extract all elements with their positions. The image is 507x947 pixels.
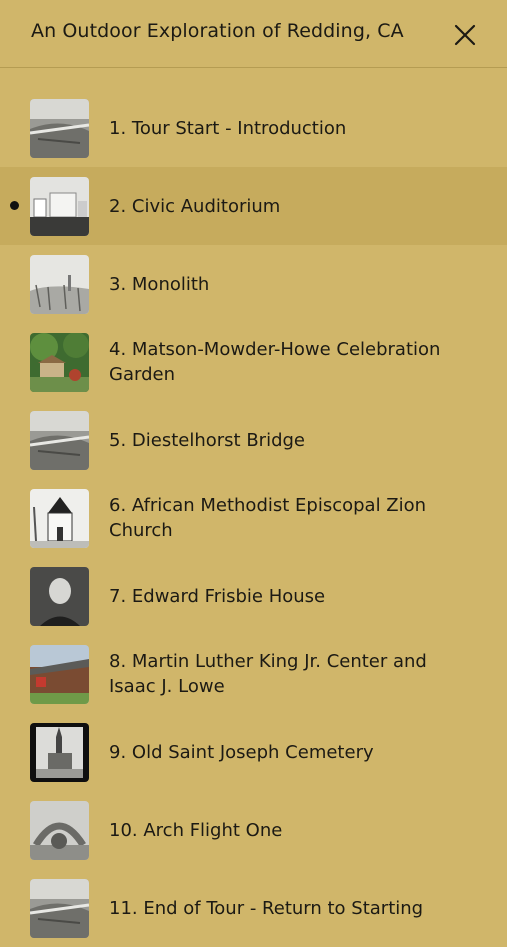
stop-label: 8. Martin Luther King Jr. Center and Isa… bbox=[109, 651, 427, 697]
stop-label: 6. African Methodist Episcopal Zion Chur… bbox=[109, 495, 427, 541]
page-title: An Outdoor Exploration of Redding, CA bbox=[31, 20, 404, 42]
stop-thumbnail bbox=[30, 645, 89, 704]
stop-thumbnail bbox=[30, 99, 89, 158]
tour-stop-item[interactable]: 4. Matson-Mowder-Howe Celebration Garden bbox=[0, 323, 507, 401]
tour-stop-item[interactable]: 5. Diestelhorst Bridge bbox=[0, 401, 507, 479]
stop-label: 9. Old Saint Joseph Cemetery bbox=[109, 741, 374, 763]
stop-label: 1. Tour Start - Introduction bbox=[109, 117, 347, 139]
tour-stop-item[interactable]: 11. End of Tour - Return to Starting bbox=[0, 869, 507, 947]
stop-thumbnail bbox=[30, 567, 89, 626]
stop-label: 3. Monolith bbox=[109, 273, 210, 295]
tour-stop-item[interactable]: 10. Arch Flight One bbox=[0, 791, 507, 869]
stop-label: 5. Diestelhorst Bridge bbox=[109, 429, 305, 451]
close-button[interactable] bbox=[451, 21, 479, 49]
close-icon bbox=[454, 24, 476, 46]
stop-thumbnail bbox=[30, 489, 89, 548]
stop-label: 7. Edward Frisbie House bbox=[109, 585, 326, 607]
tour-stop-item[interactable]: 2. Civic Auditorium bbox=[0, 167, 507, 245]
stop-thumbnail bbox=[30, 177, 89, 236]
stop-thumbnail bbox=[30, 801, 89, 860]
tour-stop-item[interactable]: 6. African Methodist Episcopal Zion Chur… bbox=[0, 479, 507, 557]
tour-stop-list: 1. Tour Start - Introduction 2. Civic Aud… bbox=[0, 89, 507, 947]
current-stop-indicator bbox=[10, 201, 19, 210]
tour-stop-item[interactable]: 3. Monolith bbox=[0, 245, 507, 323]
stop-thumbnail bbox=[30, 333, 89, 392]
stop-thumbnail bbox=[30, 411, 89, 470]
stop-thumbnail bbox=[30, 723, 89, 782]
tour-stop-item[interactable]: 7. Edward Frisbie House bbox=[0, 557, 507, 635]
stop-thumbnail bbox=[30, 879, 89, 938]
tour-stop-item[interactable]: 9. Old Saint Joseph Cemetery bbox=[0, 713, 507, 791]
stop-label: 4. Matson-Mowder-Howe Celebration Garden bbox=[109, 339, 441, 385]
stop-label: 10. Arch Flight One bbox=[109, 819, 283, 841]
tour-stop-item[interactable]: 1. Tour Start - Introduction bbox=[0, 89, 507, 167]
app-header: An Outdoor Exploration of Redding, CA bbox=[0, 0, 507, 68]
tour-stop-item[interactable]: 8. Martin Luther King Jr. Center and Isa… bbox=[0, 635, 507, 713]
stop-label: 2. Civic Auditorium bbox=[109, 195, 281, 217]
stop-thumbnail bbox=[30, 255, 89, 314]
stop-label: 11. End of Tour - Return to Starting bbox=[109, 897, 424, 919]
